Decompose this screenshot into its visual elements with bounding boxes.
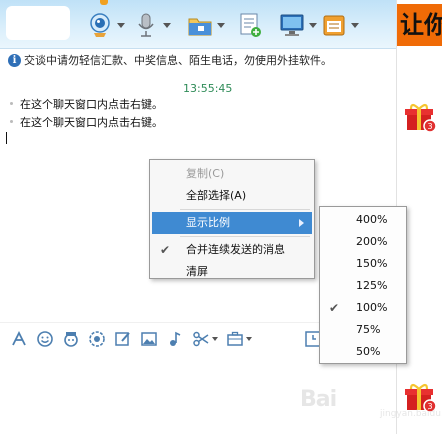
chevron-down-icon[interactable] bbox=[309, 22, 317, 28]
menu-item-clear-screen[interactable]: 清屏 bbox=[150, 261, 314, 283]
zoom-option-400[interactable]: 400% bbox=[320, 209, 406, 231]
chat-window: i 交谈中请勿轻信汇款、中奖信息、陌生电话，勿使用外挂软件。 13:55:45 … bbox=[0, 0, 442, 434]
menu-item-zoom-label: 显示比例 bbox=[186, 216, 230, 229]
screenshot-button[interactable] bbox=[190, 328, 212, 350]
message-input-area[interactable] bbox=[0, 355, 396, 434]
briefcase-icon bbox=[227, 331, 243, 346]
chevron-down-icon[interactable] bbox=[351, 22, 359, 28]
svg-text:3: 3 bbox=[427, 122, 432, 131]
contact-header-area bbox=[6, 6, 70, 40]
status-indicator bbox=[100, 0, 108, 5]
video-call-button[interactable] bbox=[86, 10, 125, 40]
chevron-down-icon[interactable] bbox=[212, 336, 218, 341]
folder-icon bbox=[188, 18, 212, 36]
zoom-option-100-label: 100% bbox=[356, 301, 388, 314]
menu-separator bbox=[180, 236, 310, 237]
more-tools-button[interactable] bbox=[224, 328, 246, 350]
emoji-button[interactable] bbox=[34, 328, 56, 350]
gift-icon[interactable]: 3 bbox=[403, 380, 437, 414]
pencil-icon bbox=[115, 331, 130, 346]
context-menu: 复制(C) 全部选择(A) 显示比例 ✔ 合并连续发送的消息 清屏 bbox=[149, 159, 315, 279]
scissors-icon bbox=[193, 331, 209, 346]
checkmark-icon: ✔ bbox=[160, 243, 171, 257]
remote-desktop-button[interactable] bbox=[278, 10, 317, 40]
menu-item-select-all[interactable]: 全部选择(A) bbox=[150, 185, 314, 207]
sticker-icon bbox=[89, 330, 105, 347]
zoom-submenu: 400% 200% 150% 125% ✔ 100% 75% 50% bbox=[319, 206, 407, 364]
zoom-option-200[interactable]: 200% bbox=[320, 231, 406, 253]
smiley-icon bbox=[37, 330, 53, 347]
chevron-down-icon[interactable] bbox=[163, 22, 171, 28]
document-icon bbox=[240, 13, 261, 37]
chevron-down-icon[interactable] bbox=[217, 22, 225, 28]
avatar-face-icon bbox=[64, 331, 78, 347]
chevron-down-icon[interactable] bbox=[117, 22, 125, 28]
chat-message: 在这个聊天窗口内点击右键。 bbox=[10, 114, 163, 130]
menu-item-copy[interactable]: 复制(C) bbox=[150, 163, 314, 185]
gift-icon[interactable]: 3 bbox=[403, 100, 437, 134]
checkmark-icon: ✔ bbox=[329, 301, 340, 315]
ad-banner[interactable]: 让你 bbox=[397, 4, 442, 46]
menu-separator bbox=[180, 209, 310, 210]
calendar-icon bbox=[323, 15, 345, 36]
chat-message-text: 在这个聊天窗口内点击右键。 bbox=[20, 116, 163, 129]
chevron-down-icon[interactable] bbox=[246, 336, 252, 341]
svg-text:3: 3 bbox=[427, 402, 432, 411]
apps-button[interactable] bbox=[320, 10, 359, 40]
send-image-button[interactable] bbox=[138, 328, 160, 350]
submenu-arrow-icon bbox=[299, 219, 304, 227]
font-button[interactable] bbox=[8, 328, 30, 350]
info-icon: i bbox=[8, 53, 21, 67]
text-cursor bbox=[6, 132, 7, 144]
security-notice: i 交谈中请勿轻信汇款、中奖信息、陌生电话，勿使用外挂软件。 bbox=[0, 49, 396, 71]
menu-item-merge-label: 合并连续发送的消息 bbox=[186, 243, 285, 256]
zoom-option-50[interactable]: 50% bbox=[320, 341, 406, 363]
zoom-option-125[interactable]: 125% bbox=[320, 275, 406, 297]
image-icon bbox=[141, 331, 157, 346]
voice-call-button[interactable] bbox=[132, 10, 171, 40]
menu-item-merge-messages[interactable]: ✔ 合并连续发送的消息 bbox=[150, 239, 314, 261]
chat-message: 在这个聊天窗口内点击右键。 bbox=[10, 96, 163, 112]
music-note-icon bbox=[170, 331, 181, 346]
message-timestamp: 13:55:45 bbox=[183, 82, 233, 95]
chat-message-text: 在这个聊天窗口内点击右键。 bbox=[20, 98, 163, 111]
font-icon bbox=[12, 330, 26, 345]
edit-button[interactable] bbox=[112, 328, 134, 350]
top-toolbar bbox=[0, 0, 396, 49]
notice-text: 交谈中请勿轻信汇款、中奖信息、陌生电话，勿使用外挂软件。 bbox=[24, 54, 332, 67]
magic-face-button[interactable] bbox=[60, 328, 82, 350]
microphone-icon bbox=[138, 13, 154, 37]
webcam-icon bbox=[90, 13, 110, 37]
zoom-option-75[interactable]: 75% bbox=[320, 319, 406, 341]
menu-item-zoom[interactable]: 显示比例 bbox=[152, 212, 312, 234]
zoom-option-150[interactable]: 150% bbox=[320, 253, 406, 275]
music-button[interactable] bbox=[164, 328, 186, 350]
monitor-icon bbox=[280, 14, 304, 36]
share-document-button[interactable] bbox=[236, 10, 264, 40]
zoom-option-100[interactable]: ✔ 100% bbox=[320, 297, 406, 319]
send-file-button[interactable] bbox=[186, 10, 225, 40]
sticker-button[interactable] bbox=[86, 328, 108, 350]
